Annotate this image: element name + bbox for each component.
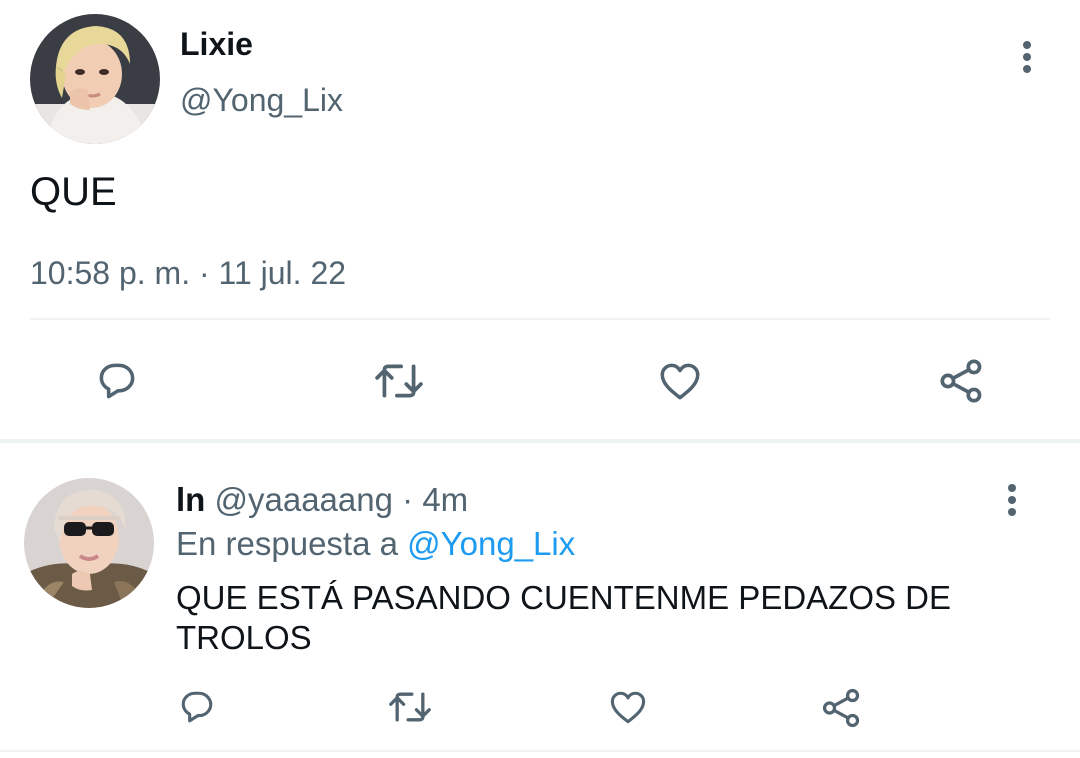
bottom-divider: [0, 750, 1080, 752]
tweet-text: QUE: [30, 170, 117, 214]
avatar-ln[interactable]: [24, 478, 154, 608]
reply-reply-button[interactable]: [174, 684, 220, 730]
reply-share-button[interactable]: [818, 684, 866, 732]
reply-retweet-button[interactable]: [384, 684, 436, 730]
in-reply-to: En respuesta a @Yong_Lix: [176, 524, 575, 564]
heart-icon: [610, 691, 646, 724]
timestamp-separator: ·: [198, 255, 210, 291]
like-button[interactable]: [652, 354, 708, 408]
share-icon: [822, 688, 860, 728]
retweet-button[interactable]: [368, 354, 430, 408]
retweet-icon: [375, 364, 423, 398]
comment-icon: [181, 691, 213, 723]
tweet-date: 11 jul. 22: [218, 255, 347, 291]
retweet-icon: [389, 692, 431, 722]
avatar-lixie[interactable]: [30, 14, 160, 144]
divider: [30, 318, 1050, 320]
share-icon: [940, 359, 982, 403]
share-button[interactable]: [934, 354, 990, 408]
reply-like-button[interactable]: [604, 684, 652, 730]
reply-handle[interactable]: @yaaaaang: [215, 481, 393, 518]
tweet-time: 10:58 p. m.: [30, 255, 191, 291]
tweet-timestamp: 10:58 p. m. · 11 jul. 22: [30, 253, 346, 293]
reply-button[interactable]: [88, 354, 146, 408]
more-options-icon[interactable]: [1017, 37, 1037, 77]
author-handle[interactable]: @Yong_Lix: [180, 80, 343, 120]
section-separator: [0, 439, 1080, 443]
reply-separator: ·: [402, 481, 414, 518]
in-reply-to-mention[interactable]: @Yong_Lix: [407, 525, 575, 562]
author-display-name[interactable]: Lixie: [180, 24, 253, 64]
in-reply-to-label: En respuesta a: [176, 525, 398, 562]
reply-more-options-icon[interactable]: [1002, 480, 1022, 520]
reply-text: QUE ESTÁ PASANDO CUENTENME PEDAZOS DE TR…: [176, 579, 952, 656]
reply-display-name[interactable]: ln: [176, 481, 205, 518]
comment-icon: [99, 363, 135, 399]
reply-time: 4m: [422, 481, 469, 518]
heart-icon: [660, 363, 700, 400]
reply-header: ln @yaaaaang · 4m: [176, 480, 468, 520]
